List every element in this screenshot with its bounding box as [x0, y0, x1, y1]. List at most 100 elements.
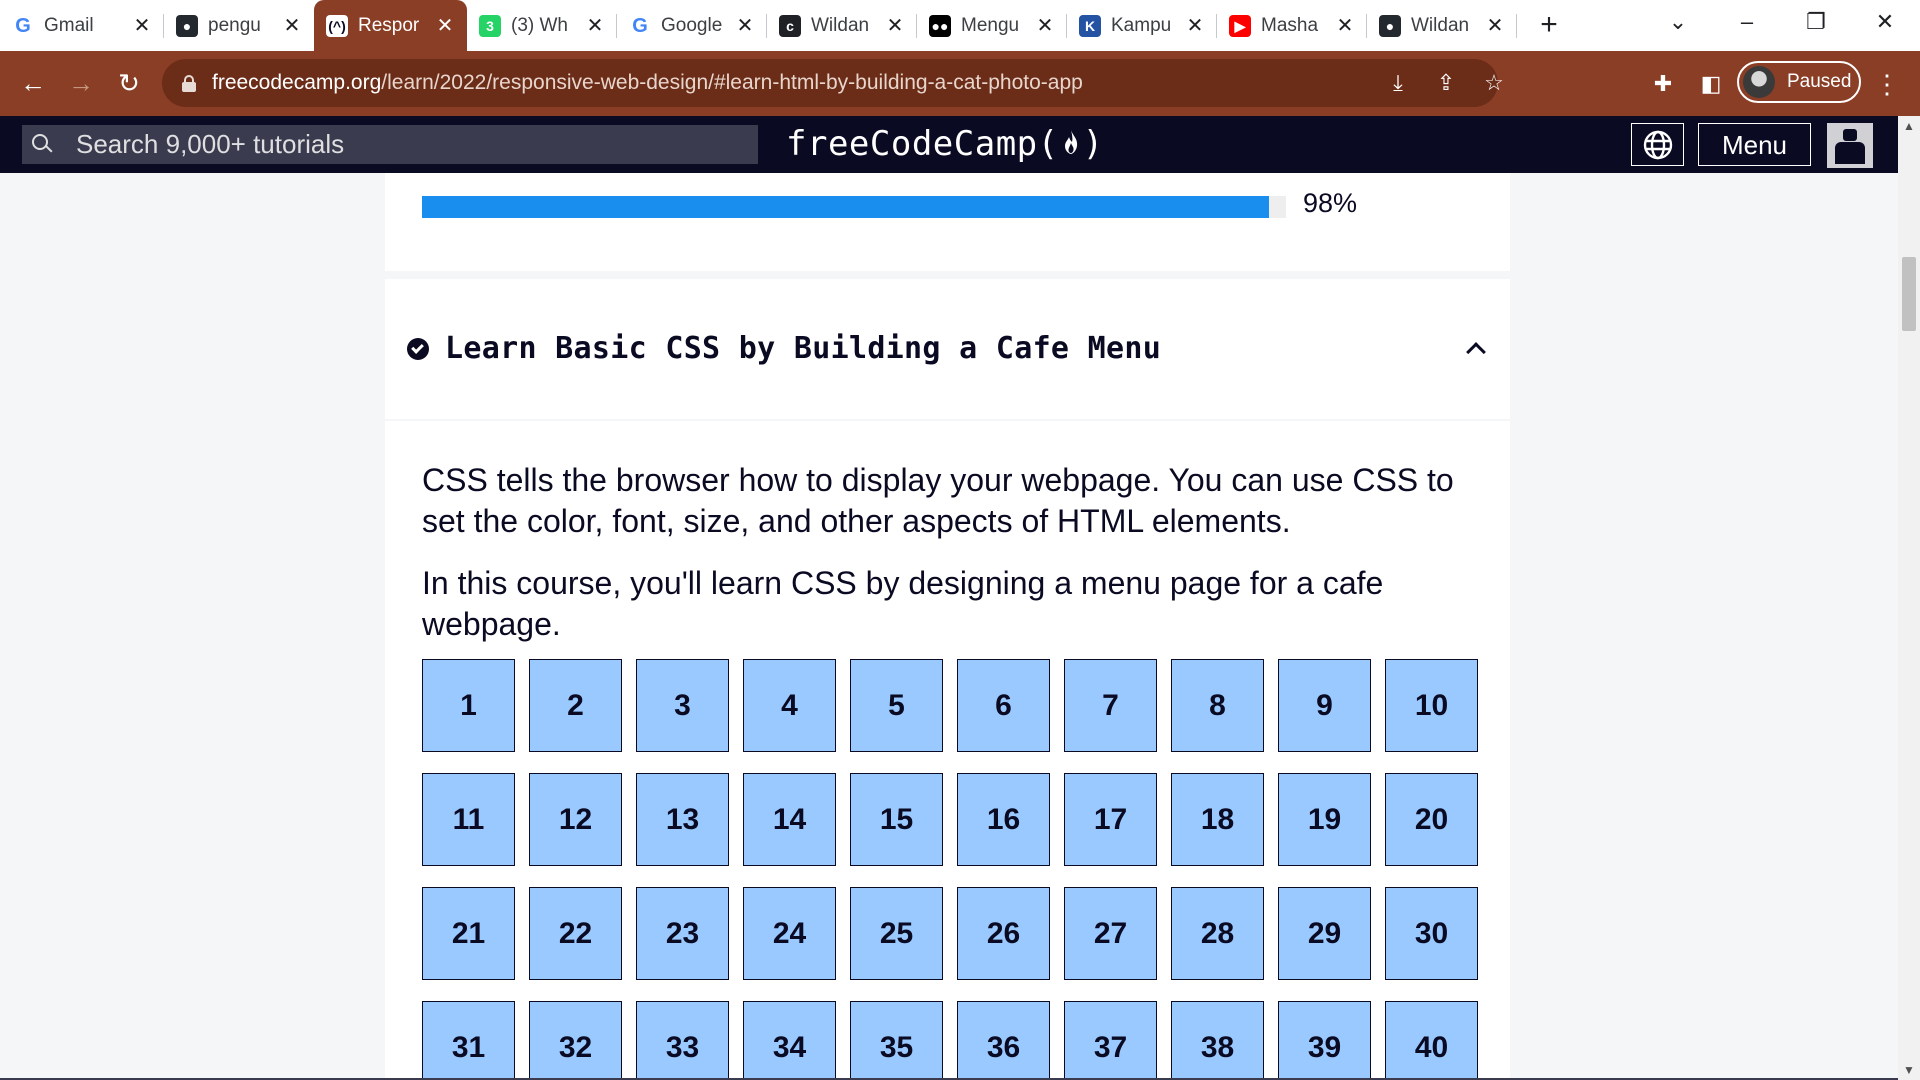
forward-arrow-icon[interactable]: →: [64, 66, 98, 100]
step-button[interactable]: 29: [1278, 887, 1371, 980]
reload-icon[interactable]: ↻: [112, 66, 146, 100]
scroll-up-arrow-icon[interactable]: ▲: [1898, 116, 1920, 136]
youtube-icon: ▶: [1229, 15, 1251, 37]
step-button[interactable]: 38: [1171, 1001, 1264, 1080]
step-button[interactable]: 16: [957, 773, 1050, 866]
tab-close-icon[interactable]: ✕: [885, 13, 905, 38]
step-button[interactable]: 10: [1385, 659, 1478, 752]
browser-tab[interactable]: 3 (3) Wh ✕: [467, 0, 617, 51]
tab-close-icon[interactable]: ✕: [735, 13, 755, 38]
new-tab-button[interactable]: +: [1530, 6, 1568, 44]
step-button[interactable]: 6: [957, 659, 1050, 752]
step-button[interactable]: 11: [422, 773, 515, 866]
fcc-logo[interactable]: freeCodeCamp(): [786, 116, 1104, 173]
step-button[interactable]: 1: [422, 659, 515, 752]
step-button[interactable]: 7: [1064, 659, 1157, 752]
step-button[interactable]: 37: [1064, 1001, 1157, 1080]
tab-close-icon[interactable]: ✕: [1335, 13, 1355, 38]
browser-tab[interactable]: ● Wildan ✕: [1367, 0, 1517, 51]
tab-close-icon[interactable]: ✕: [435, 13, 455, 38]
step-button[interactable]: 13: [636, 773, 729, 866]
tab-close-icon[interactable]: ✕: [1485, 13, 1505, 38]
tab-close-icon[interactable]: ✕: [1035, 13, 1055, 38]
step-button[interactable]: 23: [636, 887, 729, 980]
restore-button[interactable]: ❐: [1786, 0, 1846, 44]
browser-tab[interactable]: (^) Respor ✕: [314, 0, 467, 51]
tab-close-icon[interactable]: ✕: [132, 13, 152, 38]
step-button[interactable]: 31: [422, 1001, 515, 1080]
search-input[interactable]: Search 9,000+ tutorials: [22, 125, 758, 164]
profile-button[interactable]: Paused: [1737, 61, 1861, 103]
step-button[interactable]: 4: [743, 659, 836, 752]
step-button[interactable]: 14: [743, 773, 836, 866]
tab-title: Google: [661, 14, 723, 36]
browser-tab[interactable]: ▶ Masha ✕: [1217, 0, 1367, 51]
close-window-button[interactable]: ✕: [1855, 0, 1915, 44]
step-button[interactable]: 39: [1278, 1001, 1371, 1080]
step-button[interactable]: 24: [743, 887, 836, 980]
chevron-up-icon[interactable]: [1465, 337, 1489, 362]
step-button[interactable]: 8: [1171, 659, 1264, 752]
step-button[interactable]: 32: [529, 1001, 622, 1080]
step-button[interactable]: 33: [636, 1001, 729, 1080]
step-button[interactable]: 18: [1171, 773, 1264, 866]
step-button[interactable]: 25: [850, 887, 943, 980]
bookmark-star-icon[interactable]: ☆: [1480, 69, 1508, 97]
step-button[interactable]: 30: [1385, 887, 1478, 980]
progress-label: 98%: [1303, 188, 1358, 218]
language-globe-icon[interactable]: [1631, 123, 1684, 166]
step-button[interactable]: 26: [957, 887, 1050, 980]
tab-close-icon[interactable]: ✕: [282, 13, 302, 38]
step-button[interactable]: 40: [1385, 1001, 1478, 1080]
tab-close-icon[interactable]: ✕: [1185, 13, 1205, 38]
lock-icon[interactable]: [182, 75, 196, 92]
scroll-down-arrow-icon[interactable]: ▼: [1898, 1060, 1920, 1080]
address-bar[interactable]: freecodecamp.org/learn/2022/responsive-w…: [162, 59, 1504, 107]
user-avatar[interactable]: [1827, 123, 1873, 168]
browser-tab[interactable]: K Kampu ✕: [1067, 0, 1217, 51]
step-button[interactable]: 34: [743, 1001, 836, 1080]
browser-tab[interactable]: G Gmail ✕: [0, 0, 164, 51]
step-button[interactable]: 15: [850, 773, 943, 866]
brand-text: freeCodeCamp(: [786, 124, 1059, 164]
step-button[interactable]: 28: [1171, 887, 1264, 980]
step-button[interactable]: 9: [1278, 659, 1371, 752]
step-button[interactable]: 5: [850, 659, 943, 752]
menu-button[interactable]: Menu: [1698, 123, 1811, 166]
step-button[interactable]: 36: [957, 1001, 1050, 1080]
browser-tab[interactable]: G Google ✕: [617, 0, 767, 51]
step-button[interactable]: 19: [1278, 773, 1371, 866]
step-button[interactable]: 12: [529, 773, 622, 866]
more-menu-icon[interactable]: ⋮: [1872, 68, 1902, 100]
profile-status: Paused: [1787, 71, 1852, 92]
url-text[interactable]: freecodecamp.org/learn/2022/responsive-w…: [212, 59, 1083, 107]
progress-bar-fill: [422, 196, 1269, 218]
side-panel-icon[interactable]: ◧: [1695, 68, 1727, 100]
progress-card: 98%: [385, 173, 1510, 271]
step-button[interactable]: 35: [850, 1001, 943, 1080]
page-scrollbar[interactable]: ▲ ▼: [1898, 116, 1920, 1080]
scrollbar-thumb[interactable]: [1902, 257, 1916, 331]
step-button[interactable]: 27: [1064, 887, 1157, 980]
share-icon[interactable]: ⇪: [1432, 69, 1460, 97]
browser-tab[interactable]: ● pengu ✕: [164, 0, 314, 51]
tab-title: Respor: [358, 14, 420, 36]
tab-search-chevron-icon[interactable]: ⌄: [1648, 0, 1708, 44]
step-button[interactable]: 3: [636, 659, 729, 752]
tab-title: Wildan: [1411, 14, 1470, 36]
step-button[interactable]: 17: [1064, 773, 1157, 866]
step-button[interactable]: 2: [529, 659, 622, 752]
step-button[interactable]: 22: [529, 887, 622, 980]
minimize-button[interactable]: –: [1717, 0, 1777, 44]
tab-close-icon[interactable]: ✕: [585, 13, 605, 38]
extensions-puzzle-icon[interactable]: ✚: [1647, 68, 1679, 100]
install-app-icon[interactable]: ⤓: [1384, 69, 1412, 97]
step-button[interactable]: 20: [1385, 773, 1478, 866]
back-arrow-icon[interactable]: ←: [16, 66, 50, 100]
browser-tab[interactable]: c Wildan ✕: [767, 0, 917, 51]
step-button[interactable]: 21: [422, 887, 515, 980]
browser-tab[interactable]: ●● Mengu ✕: [917, 0, 1067, 51]
url-path: /learn/2022/responsive-web-design/#learn…: [381, 71, 1083, 94]
block-header-toggle[interactable]: Learn Basic CSS by Building a Cafe Menu: [385, 279, 1510, 419]
tab-title: Gmail: [44, 14, 94, 36]
